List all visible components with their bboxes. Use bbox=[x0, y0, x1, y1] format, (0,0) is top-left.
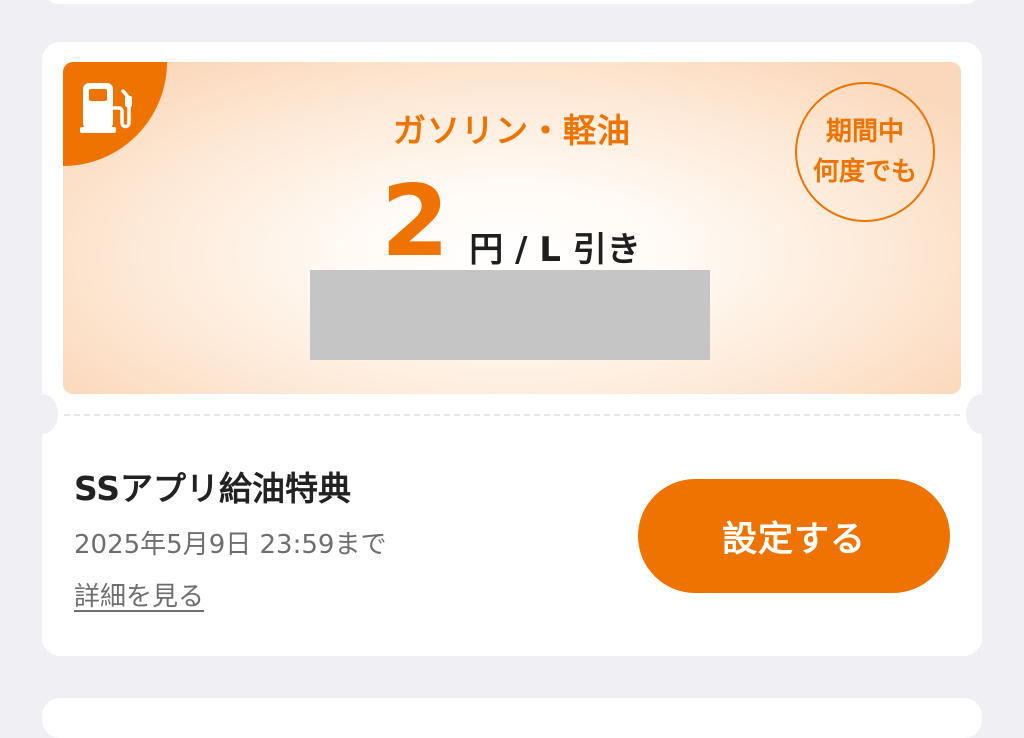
expiry-date: 2025年5月9日 23:59まで bbox=[74, 530, 387, 560]
ticket-notch-right bbox=[966, 394, 998, 434]
badge-line-2: 何度でも bbox=[812, 157, 917, 187]
setup-button[interactable]: 設定する bbox=[638, 479, 950, 593]
coupon-card: ガソリン・軽油 2 円 / L 引き 期間中 何度でも SSアプリ給油特典 20… bbox=[26, 42, 998, 656]
badge-line-1: 期間中 bbox=[825, 117, 904, 147]
ticket-notch-left bbox=[26, 394, 58, 434]
redacted-area bbox=[310, 270, 710, 360]
details-link[interactable]: 詳細を見る bbox=[74, 576, 204, 613]
perforation-divider bbox=[64, 414, 960, 416]
previous-coupon-card bbox=[42, 0, 982, 4]
offer-title: SSアプリ給油特典 bbox=[74, 469, 352, 508]
coupon-hero: ガソリン・軽油 2 円 / L 引き 期間中 何度でも bbox=[63, 62, 961, 394]
next-coupon-card bbox=[42, 698, 982, 738]
discount-unit: 円 / L 引き bbox=[469, 230, 641, 270]
discount-amount: 2 bbox=[381, 165, 450, 279]
discount-row: 2 円 / L 引き bbox=[381, 172, 641, 272]
unlimited-use-badge: 期間中 何度でも bbox=[795, 82, 935, 222]
